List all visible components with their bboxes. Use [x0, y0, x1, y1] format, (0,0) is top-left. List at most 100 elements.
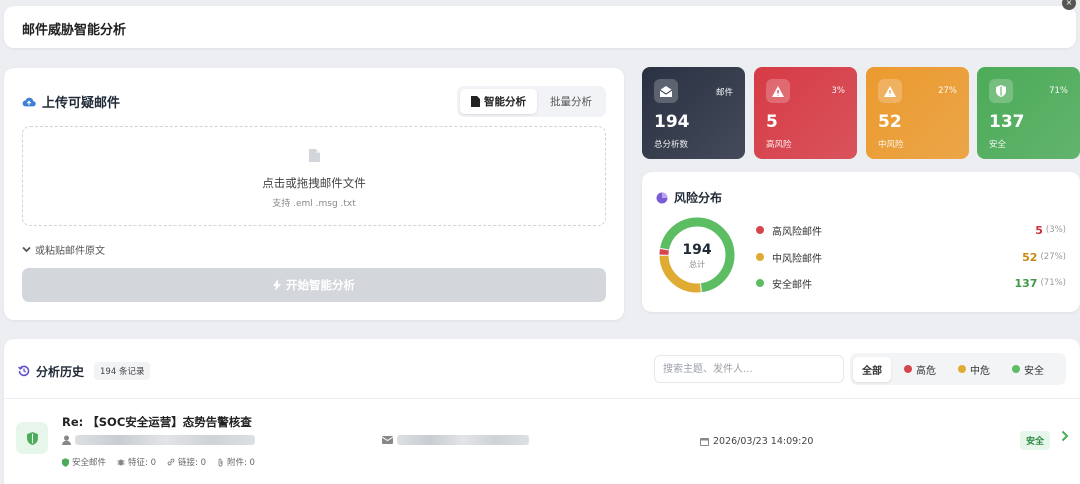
risk-distribution-panel: 风险分布 194 总计 高风险邮件 5 (3%) 中风险邮件 52 (27%) …: [642, 172, 1080, 312]
stat-card-high-risk: 3% 5 高风险: [754, 67, 857, 159]
envelope-open-icon: [654, 79, 678, 103]
filter-high[interactable]: 高危: [895, 357, 945, 382]
tab-batch-analysis[interactable]: 批量分析: [539, 89, 603, 114]
legend-percent: (27%): [1040, 252, 1066, 262]
recipient: [382, 435, 529, 445]
chevron-right-icon[interactable]: [1061, 430, 1069, 442]
user-icon: [62, 435, 71, 445]
file-dropzone[interactable]: 点击或拖拽邮件文件 支持 .eml .msg .txt: [22, 126, 606, 226]
meta-status-text: 安全邮件: [72, 458, 107, 468]
filter-dot: [1012, 365, 1020, 373]
cloud-upload-icon: [22, 97, 36, 106]
meta-status: 安全邮件: [62, 456, 106, 468]
meta-attachments: 附件: 0: [217, 456, 255, 468]
shield-icon: [989, 79, 1013, 103]
stat-label: 安全: [989, 140, 1007, 150]
legend-dot: [756, 226, 764, 234]
legend-dot: [756, 253, 764, 261]
calendar-icon: [700, 438, 709, 446]
upload-panel: 上传可疑邮件 智能分析 批量分析 点击或拖拽邮件文件 支持 .eml .msg …: [4, 68, 624, 320]
stat-card-medium-risk: 27% 52 中风险: [866, 67, 969, 159]
meta-attachments-text: 附件: 0: [226, 458, 255, 468]
meta-links: 链接: 0: [167, 456, 206, 468]
shield-icon: [16, 422, 48, 454]
meta-features-text: 特征: 0: [128, 458, 156, 468]
tab-label: 智能分析: [484, 96, 526, 108]
paste-raw-toggle[interactable]: 或粘贴邮件原文: [22, 242, 105, 257]
legend-name: 安全邮件: [772, 279, 812, 291]
stat-tag: 3%: [831, 86, 846, 96]
file-icon: [308, 149, 320, 162]
donut-center: 194 总计: [658, 216, 736, 294]
paste-toggle-label: 或粘贴邮件原文: [35, 246, 105, 257]
datetime-text: 2026/03/23 14:09:20: [713, 436, 814, 447]
close-icon[interactable]: ×: [1062, 0, 1076, 10]
filter-label: 高危: [916, 365, 936, 377]
filter-all[interactable]: 全部: [853, 356, 891, 382]
mode-tabs: 智能分析 批量分析: [457, 86, 606, 117]
record-count-badge: 194 条记录: [94, 362, 151, 380]
start-analysis-button[interactable]: 开始智能分析: [22, 268, 606, 302]
legend-value: 5: [1035, 223, 1043, 237]
legend-name: 中风险邮件: [772, 253, 822, 265]
bug-icon: [117, 459, 126, 466]
email-subject: Re: 【SOC安全运营】态势告警核查: [62, 415, 252, 429]
dropzone-hint: 支持 .eml .msg .txt: [272, 199, 356, 209]
file-icon: [471, 96, 480, 107]
pie-chart-icon: [656, 192, 668, 203]
stat-value: 52: [878, 112, 902, 132]
stat-tag: 27%: [938, 86, 957, 96]
stat-card-safe: 71% 137 安全: [977, 67, 1080, 159]
upload-title-text: 上传可疑邮件: [42, 96, 121, 111]
shield-icon: [62, 457, 69, 467]
analysis-history-panel: 分析历史 194 条记录 全部 高危 中危 安全 Re: 【S: [4, 339, 1080, 484]
legend-name: 高风险邮件: [772, 226, 822, 238]
chevron-down-icon: [22, 246, 31, 253]
stat-card-total: 邮件 194 总分析数: [642, 67, 745, 159]
redacted-recipient: [397, 435, 529, 445]
legend-value: 137: [1014, 276, 1038, 290]
start-button-label: 开始智能分析: [286, 278, 355, 292]
stat-tag: 71%: [1049, 86, 1068, 96]
stat-value: 5: [766, 112, 778, 132]
status-badge: 安全: [1020, 431, 1051, 450]
stat-value: 194: [654, 112, 690, 132]
history-row[interactable]: Re: 【SOC安全运营】态势告警核查 2026/03/23 14:09:20 …: [4, 400, 1080, 484]
risk-filter-group: 全部 高危 中危 安全: [850, 353, 1066, 385]
history-header: 分析历史 194 条记录 全部 高危 中危 安全: [4, 339, 1080, 399]
legend-percent: (3%): [1045, 225, 1066, 235]
dropzone-text: 点击或拖拽邮件文件: [262, 176, 366, 190]
warning-icon: [766, 79, 790, 103]
filter-dot: [958, 365, 966, 373]
legend-value: 52: [1022, 250, 1038, 264]
lightning-icon: [273, 279, 281, 291]
risk-title: 风险分布: [656, 189, 722, 206]
tab-smart-analysis[interactable]: 智能分析: [460, 89, 537, 114]
envelope-icon: [382, 436, 393, 444]
donut-total: 194: [682, 242, 712, 258]
legend-dot: [756, 279, 764, 287]
header-bar: 邮件威胁智能分析: [4, 6, 1076, 48]
upload-title: 上传可疑邮件: [22, 92, 120, 111]
stat-value: 137: [989, 112, 1025, 132]
stat-label: 高风险: [766, 140, 792, 150]
search-input[interactable]: [654, 355, 844, 383]
page-title: 邮件威胁智能分析: [22, 23, 127, 38]
link-icon: [167, 458, 175, 466]
redacted-sender: [75, 435, 255, 445]
analysis-datetime: 2026/03/23 14:09:20: [700, 436, 813, 447]
filter-label: 中危: [970, 365, 990, 377]
filter-label: 安全: [1024, 365, 1044, 377]
filter-medium[interactable]: 中危: [949, 357, 999, 382]
stat-tag: 邮件: [715, 88, 733, 98]
tab-label: 批量分析: [550, 96, 592, 108]
history-title: 分析历史 194 条记录: [18, 362, 151, 380]
legend-safe: 安全邮件 137 (71%): [756, 275, 1066, 291]
filter-dot: [904, 365, 912, 373]
row-meta: 安全邮件 特征: 0 链接: 0 附件: 0: [62, 456, 255, 468]
legend-percent: (71%): [1040, 278, 1066, 288]
meta-features: 特征: 0: [117, 456, 156, 468]
filter-label: 全部: [862, 365, 882, 377]
filter-safe[interactable]: 安全: [1003, 357, 1053, 382]
paperclip-icon: [218, 458, 223, 466]
